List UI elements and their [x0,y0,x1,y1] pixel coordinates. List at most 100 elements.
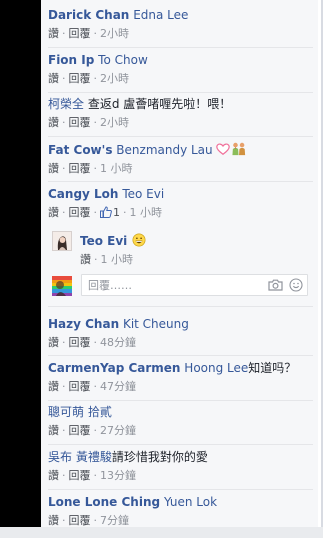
like-link[interactable]: 讚 [48,514,59,527]
comment-item: Darick Chan Edna Lee 讚 · 回覆 · 2小時 [48,8,313,41]
tagged-user[interactable]: Kit Cheung [123,317,189,331]
comment-time[interactable]: 2小時 [100,116,129,129]
commenter-name[interactable]: Hazy Chan [48,317,119,331]
couple-icon [232,142,245,156]
separator: · [62,469,66,482]
commenter-name[interactable]: Cangy Loh [48,187,118,201]
comment-line: 聰可萌 拾貳 [48,405,313,420]
divider [48,489,313,490]
commenter-name[interactable]: Fion Ip [48,53,94,67]
separator: · [93,380,98,393]
reply-line: Teo Evi [80,233,146,249]
comment-line: Fat Cow's Benzmandy Lau [48,142,313,158]
reply-avatar[interactable] [52,231,72,251]
commenter-name[interactable]: Lone Lone Ching [48,495,160,509]
divider [48,136,313,137]
separator: · [94,253,98,266]
tagged-user[interactable]: 黃禮駿 [76,450,112,464]
comment-item: Cangy Loh Teo Evi 讚 · 回覆 · 1 · 1 小時 [48,187,313,220]
comment-text: 知道吗？ [248,361,297,375]
like-link[interactable]: 讚 [48,27,59,40]
comment-actions: 讚 · 回覆 · 48分鐘 [48,336,313,350]
comment-actions: 讚 · 回覆 · 1 小時 [48,162,313,176]
reply-item: Teo Evi 讚 · 1 小時 [80,233,146,267]
separator: · [93,72,98,85]
reply-input[interactable] [88,277,258,293]
reply-link[interactable]: 回覆 [69,162,91,175]
commenter-name[interactable]: Fat Cow's [48,143,112,157]
like-link[interactable]: 讚 [48,206,59,219]
like-link[interactable]: 讚 [80,253,91,266]
comment-item: 吳布 黃禮駿請珍惜我對你的愛 讚 · 回覆 · 13分鐘 [48,450,313,483]
reply-link[interactable]: 回覆 [69,72,91,85]
divider [48,355,313,356]
tagged-user[interactable]: To Chow [98,53,148,67]
reply-author[interactable]: Teo Evi [80,234,127,248]
tagged-user[interactable]: Hoong Lee [184,361,248,375]
tagged-user[interactable]: Teo Evi [122,187,164,201]
reply-time[interactable]: 1 小時 [101,253,134,266]
comment-item: Fat Cow's Benzmandy Lau 讚 · 回覆 · 1 小時 [48,142,313,176]
like-link[interactable]: 讚 [48,336,59,349]
reply-composer[interactable] [81,274,308,296]
comment-time[interactable]: 47分鐘 [100,380,136,393]
reply-link[interactable]: 回覆 [69,27,91,40]
separator: · [62,27,66,40]
comment-actions: 讚 · 回覆 · 27分鐘 [48,424,313,438]
comment-text: 請珍惜我對你的愛 [111,450,208,464]
tagged-user[interactable]: Edna Lee [133,8,188,22]
commenter-name[interactable]: CarmenYap Carmen [48,361,180,375]
emoji-icon[interactable] [289,278,303,292]
comment-text: 查返d 盧薈啫喱先啦！喂！ [87,97,232,111]
separator: · [93,162,98,175]
comment-item: CarmenYap Carmen Hoong Lee知道吗？ 讚 · 回覆 · 47分鐘 [48,361,313,394]
comment-actions: 讚 · 回覆 · 13分鐘 [48,469,313,483]
comment-actions: 讚 · 回覆 · 2小時 [48,27,313,41]
comment-time[interactable]: 1 小時 [130,206,163,219]
like-thumb-icon [100,206,112,218]
separator: · [62,514,66,527]
commenter-name[interactable]: 聰可萌 [48,405,84,419]
comment-line: Cangy Loh Teo Evi [48,187,313,202]
camera-icon[interactable] [268,279,283,291]
commenter-name[interactable]: 吳布 [48,450,72,464]
tagged-user[interactable]: Yuen Lok [164,495,217,509]
separator: · [62,424,66,437]
tagged-user[interactable]: Benzmandy Lau [116,143,212,157]
reply-link[interactable]: 回覆 [69,514,91,527]
reply-link[interactable]: 回覆 [69,469,91,482]
comment-time[interactable]: 7分鐘 [100,514,129,527]
tagged-user[interactable]: 拾貳 [88,405,112,419]
bottom-strip [0,527,323,538]
comment-time[interactable]: 48分鐘 [100,336,136,349]
like-count[interactable]: 1 [113,206,120,219]
like-link[interactable]: 讚 [48,380,59,393]
reply-link[interactable]: 回覆 [69,336,91,349]
composer-avatar [52,276,72,296]
like-link[interactable]: 讚 [48,72,59,85]
divider [48,92,313,93]
comment-time[interactable]: 2小時 [100,72,129,85]
comment-actions: 讚 · 回覆 · 2小時 [48,72,313,86]
commenter-name[interactable]: 柯榮全 [48,97,84,111]
reply-link[interactable]: 回覆 [69,116,91,129]
comment-line: Lone Lone Ching Yuen Lok [48,495,313,510]
like-link[interactable]: 讚 [48,469,59,482]
reply-link[interactable]: 回覆 [69,424,91,437]
comment-item: Lone Lone Ching Yuen Lok 讚 · 回覆 · 7分鐘 [48,495,313,528]
separator: · [93,514,98,527]
comment-time[interactable]: 13分鐘 [100,469,136,482]
comment-time[interactable]: 2小時 [100,27,129,40]
comment-time[interactable]: 27分鐘 [100,424,136,437]
like-link[interactable]: 讚 [48,424,59,437]
reply-link[interactable]: 回覆 [69,380,91,393]
separator: · [62,206,66,219]
comment-time[interactable]: 1 小時 [100,162,133,175]
comment-item: 聰可萌 拾貳 讚 · 回覆 · 27分鐘 [48,405,313,438]
reply-actions: 讚 · 1 小時 [80,253,146,267]
commenter-name[interactable]: Darick Chan [48,8,129,22]
rainbow-avatar-icon [52,276,72,296]
reply-link[interactable]: 回覆 [69,206,91,219]
like-link[interactable]: 讚 [48,116,59,129]
like-link[interactable]: 讚 [48,162,59,175]
